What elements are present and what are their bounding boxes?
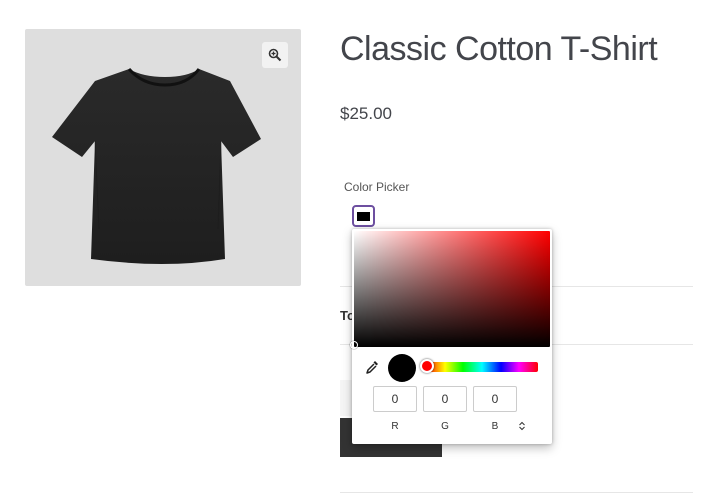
- saturation-area[interactable]: [350, 231, 550, 349]
- hue-handle[interactable]: [420, 359, 434, 373]
- hue-slider[interactable]: [420, 359, 538, 373]
- color-preview: [388, 354, 416, 382]
- up-down-arrows-icon[interactable]: [516, 420, 528, 432]
- product-price: $25.00: [340, 104, 392, 123]
- green-label: G: [441, 421, 449, 432]
- blue-label: B: [491, 421, 499, 432]
- zoom-in-icon: [268, 48, 282, 62]
- blue-input[interactable]: [473, 386, 517, 412]
- red-label: R: [391, 421, 399, 432]
- product-title: Classic Cotton T-Shirt: [340, 30, 658, 68]
- color-swatch-fill: [357, 211, 370, 221]
- eyedropper-icon[interactable]: [364, 359, 380, 375]
- saturation-handle[interactable]: [350, 341, 358, 349]
- zoom-button[interactable]: [262, 42, 288, 68]
- color-picker-label: Color Picker: [344, 180, 410, 194]
- red-input[interactable]: [373, 386, 417, 412]
- color-swatch-button[interactable]: [352, 205, 375, 227]
- tshirt-image: [52, 67, 261, 264]
- divider: [340, 492, 693, 493]
- green-input[interactable]: [423, 386, 467, 412]
- color-picker-popup: R G B: [350, 229, 552, 444]
- product-image[interactable]: [25, 29, 301, 286]
